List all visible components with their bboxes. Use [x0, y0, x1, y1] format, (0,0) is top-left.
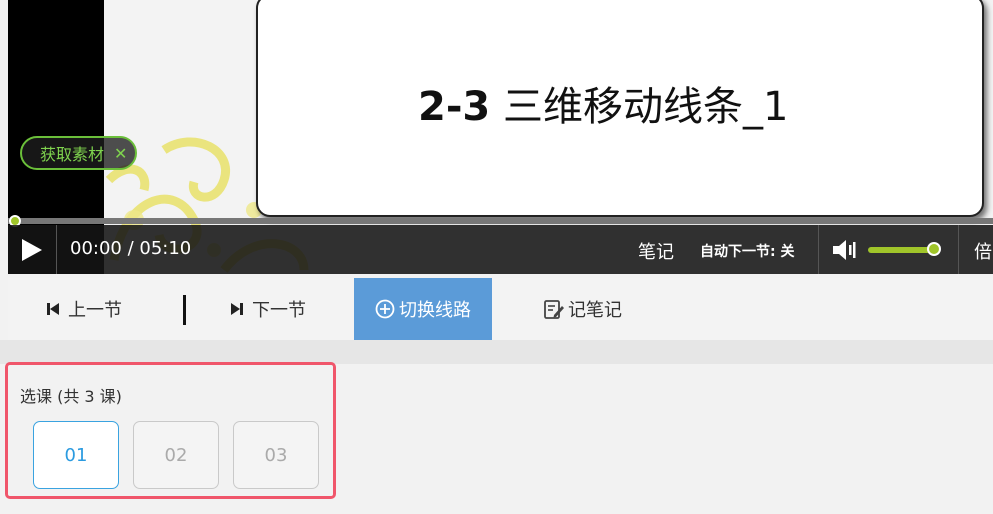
- speed-button[interactable]: 倍: [974, 238, 992, 264]
- volume-handle[interactable]: [927, 242, 941, 256]
- get-material-label: 获取素材: [40, 145, 105, 164]
- switch-line-button[interactable]: 切换线路: [354, 278, 492, 340]
- get-material-button[interactable]: 获取素材 ✕: [20, 136, 138, 170]
- video-player[interactable]: 2-3 三维移动线条_1 获取素材 ✕ 00:00 / 05:10 笔记 自动下…: [8, 0, 993, 274]
- nav-divider: [183, 295, 186, 325]
- control-divider: [818, 225, 819, 274]
- skip-forward-icon: [231, 303, 243, 315]
- section-divider: [0, 340, 993, 364]
- skip-back-icon: [47, 303, 59, 315]
- course-select-panel: 选课 (共 3 课) 01 02 03: [5, 362, 336, 499]
- take-notes-label: 记笔记: [568, 300, 622, 321]
- progress-bar[interactable]: [8, 218, 993, 224]
- lesson-button-02[interactable]: 02: [133, 421, 219, 489]
- close-icon[interactable]: ✕: [114, 144, 127, 163]
- volume-icon[interactable]: [831, 237, 857, 263]
- next-lesson-button[interactable]: 下一节: [230, 278, 306, 340]
- autonext-toggle[interactable]: 自动下一节: 关: [700, 241, 794, 261]
- play-icon[interactable]: [18, 237, 44, 263]
- edit-note-icon: [544, 300, 564, 319]
- next-lesson-label: 下一节: [252, 300, 306, 321]
- prev-lesson-label: 上一节: [68, 300, 122, 321]
- course-select-title: 选课 (共 3 课): [20, 387, 122, 406]
- notes-button[interactable]: 笔记: [638, 238, 674, 264]
- lesson-navbar: 上一节 下一节 切换线路 记笔记: [8, 278, 993, 340]
- lesson-button-01[interactable]: 01: [33, 421, 119, 489]
- switch-line-label: 切换线路: [399, 300, 471, 321]
- slide-title: 2-3 三维移动线条_1: [418, 74, 788, 132]
- control-bar: 00:00 / 05:10 笔记 自动下一节: 关 倍: [8, 225, 993, 274]
- take-notes-button[interactable]: 记笔记: [543, 278, 622, 340]
- control-divider: [56, 225, 57, 274]
- slide-title-text: 三维移动线条_1: [502, 84, 789, 130]
- control-divider: [958, 225, 959, 274]
- video-slide: 2-3 三维移动线条_1: [256, 0, 984, 217]
- time-display: 00:00 / 05:10: [70, 238, 192, 259]
- prev-lesson-button[interactable]: 上一节: [46, 278, 122, 340]
- lesson-button-03[interactable]: 03: [233, 421, 319, 489]
- slide-number: 2-3: [418, 84, 491, 130]
- plus-circle-icon: [375, 299, 395, 319]
